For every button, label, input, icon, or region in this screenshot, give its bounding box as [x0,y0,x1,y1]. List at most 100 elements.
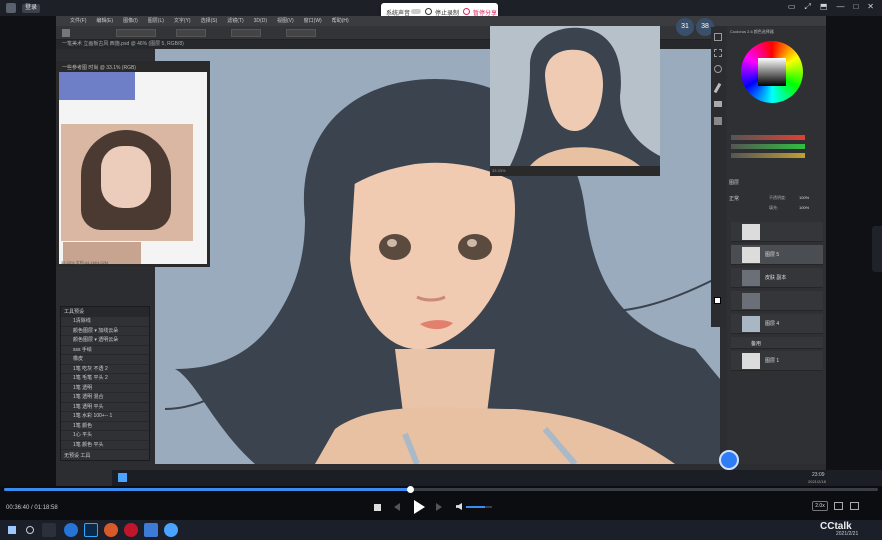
previous-icon[interactable] [394,503,400,511]
close-icon[interactable]: ✕ [867,2,874,12]
layer-row[interactable] [731,291,823,311]
preset-item[interactable]: 颜色图层 ▾ 透明云朵 [61,336,149,346]
fill-value[interactable]: 100% [799,205,809,210]
tool-presets-panel: 工具预设 1清除线 颜色图层 ▾ 加线云朵 颜色图层 ▾ 透明云朵 sss 手绘… [60,306,150,461]
browser-icon[interactable] [64,523,78,537]
preset-item[interactable]: 1清除线 [61,317,149,327]
menu-window[interactable]: 窗口(W) [304,16,322,26]
layer-row[interactable]: 图层 4 [731,314,823,334]
task-view-icon[interactable] [42,523,56,537]
layer-name: 皮肤 副本 [765,275,787,281]
reference-photo-portrait [61,124,193,241]
chat-icon[interactable] [719,450,739,470]
layer-thumbnail [742,316,760,332]
layer-row[interactable]: 图层 1 [731,351,823,371]
screen-icon[interactable]: ▭ [788,2,796,12]
app-icon[interactable] [144,523,158,537]
menu-view[interactable]: 视图(V) [277,16,294,26]
audio-toggle[interactable] [411,9,421,14]
smoothing-field[interactable] [286,29,316,37]
layer-row[interactable] [731,222,823,242]
volume-slider[interactable] [466,506,492,508]
minimize-icon[interactable]: — [836,2,844,12]
opacity-label: 不透明度: [769,195,787,200]
foreground-color-swatch[interactable] [714,297,721,304]
maximize-icon[interactable]: □ [853,2,858,12]
menu-filter[interactable]: 滤镜(T) [227,16,243,26]
reference-status: 33.33% 文档:44.1M/4.02M [61,260,109,265]
marquee-tool-icon[interactable] [714,49,722,57]
preset-item[interactable]: 1笔 透明 混合 [61,393,149,403]
navigator-thumbnail [490,26,660,167]
next-icon[interactable] [436,503,442,511]
color-square[interactable] [758,58,786,86]
flow-field[interactable] [231,29,261,37]
playback-speed-button[interactable]: 2.0x [812,501,828,511]
start-icon[interactable] [8,526,16,534]
play-icon[interactable] [414,500,425,514]
preset-item[interactable]: 颜色图层 ▾ 加线云朵 [61,327,149,336]
opacity-value[interactable]: 100% [799,195,809,200]
layer-row[interactable]: 皮肤 副本 [731,268,823,288]
stop-record-icon[interactable] [425,8,432,15]
move-tool-icon[interactable] [714,33,722,41]
layer-row-selected[interactable]: 图层 5 [731,245,823,265]
menu-image[interactable]: 图像(I) [123,16,138,26]
weibo-icon[interactable] [124,523,138,537]
menu-help[interactable]: 帮助(H) [332,16,349,26]
pin-icon[interactable]: ⬒ [820,2,828,12]
shared-clock: 23:09 [812,472,825,478]
share-icon[interactable]: ⤢ [804,2,810,12]
preset-item[interactable]: 1心 平头 [61,431,149,441]
collapse-side-panel-button[interactable] [872,226,882,272]
menu-file[interactable]: 文件(F) [70,16,86,26]
layer-group-row[interactable]: 备用 [731,337,823,349]
fill-label: 填充: [769,205,779,210]
brush-tool-icon[interactable] [62,29,70,37]
lasso-tool-icon[interactable] [714,65,722,73]
fullscreen-icon[interactable] [850,502,859,510]
search-icon[interactable] [26,526,34,534]
eraser-tool-icon[interactable] [714,101,722,107]
layer-name: 图层 4 [765,321,780,327]
menu-3d[interactable]: 3D(D) [254,16,267,26]
progress-bar[interactable] [4,486,878,493]
menu-select[interactable]: 选择(S) [201,16,218,26]
preset-item[interactable]: 1笔 透明 平头 [61,403,149,412]
blend-mode-select[interactable]: 正常 [729,195,739,202]
preset-item[interactable]: 1笔 颜色 [61,422,149,431]
menu-edit[interactable]: 编辑(E) [96,16,113,26]
pause-share-icon[interactable] [463,8,470,15]
preset-item[interactable]: sss 手绘 [61,346,149,355]
green-slider[interactable] [731,144,805,149]
menu-layer[interactable]: 图层(L) [148,16,164,26]
preset-item[interactable]: 橡皮 [61,355,149,365]
preset-item[interactable]: 1笔 水彩 100+-- 1 [61,412,149,422]
preset-item[interactable]: 1笔 毛笔 平头 2 [61,374,149,384]
layers-tab[interactable]: 图层 [729,179,739,186]
blue-slider[interactable] [731,153,805,158]
progress-handle[interactable] [406,486,414,493]
total-time: 01:18:58 [34,505,58,511]
layer-thumbnail [742,353,760,369]
pip-icon[interactable] [834,502,843,510]
preset-item[interactable]: 1笔 颜色 平头 [61,441,149,450]
menu-type[interactable]: 文字(Y) [174,16,191,26]
preset-item[interactable]: 1笔 透明 [61,384,149,393]
stop-icon[interactable] [374,504,381,511]
fill-tool-icon[interactable] [714,117,722,125]
photoshop-icon[interactable] [84,523,98,537]
preset-item[interactable]: 1笔 吃灰 不透 2 [61,365,149,374]
reference-image-window[interactable]: 一些参考图 时尚 @ 33.1% (RGB) 33.33% 文档:44.1M/4… [56,61,210,267]
windows-start-icon[interactable] [118,473,127,482]
cctalk-task-icon[interactable] [164,523,178,537]
red-slider[interactable] [731,135,805,140]
login-button[interactable]: 登录 [22,4,40,13]
app-c-icon[interactable] [104,523,118,537]
navigator-preview[interactable]: 33.33% [490,26,660,176]
mode-select[interactable] [116,29,156,37]
brush-tool-icon[interactable] [713,82,722,94]
color-wheel[interactable] [741,41,803,103]
shared-taskbar: 23:09 2021/2/18 [112,470,882,486]
opacity-field[interactable] [176,29,206,37]
